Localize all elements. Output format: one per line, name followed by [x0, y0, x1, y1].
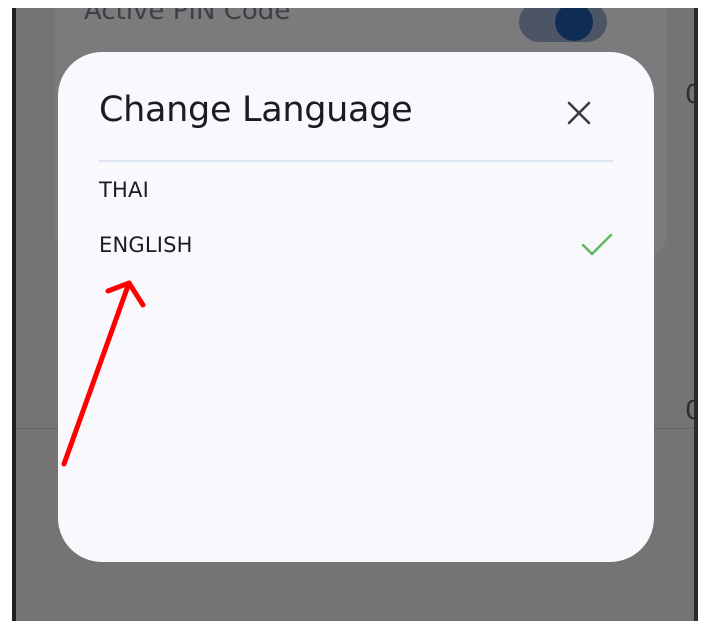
change-language-dialog: Change Language THAI ENGLISH	[58, 52, 654, 562]
language-option-english[interactable]: ENGLISH	[99, 223, 613, 267]
background-pin-code-label: Active PIN Code	[84, 8, 291, 26]
screen-left-edge	[12, 8, 16, 621]
language-option-label: ENGLISH	[99, 233, 193, 257]
language-option-label: THAI	[99, 178, 149, 202]
header-divider	[99, 160, 613, 162]
close-button[interactable]	[558, 92, 600, 134]
dialog-title: Change Language	[99, 90, 413, 130]
language-option-thai[interactable]: THAI	[99, 168, 613, 212]
screen-right-edge	[694, 8, 698, 621]
close-icon	[567, 101, 591, 125]
check-icon	[581, 233, 613, 257]
